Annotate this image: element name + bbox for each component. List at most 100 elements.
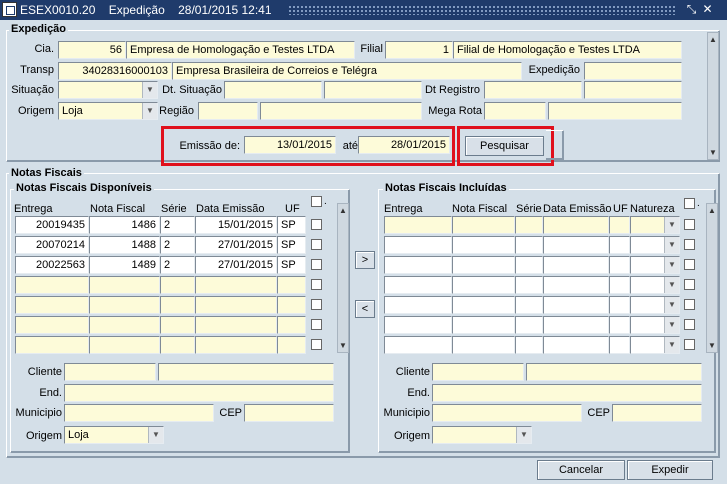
cell-nota-fiscal[interactable]: 1488 [89,236,160,254]
row-checkbox[interactable] [311,239,322,250]
cell-data-emissao[interactable]: 15/01/2015 [195,216,277,234]
disponiveis-scrollbar[interactable]: ▲ ▼ [337,203,349,353]
cell-uf[interactable] [277,336,306,354]
mega-rota-name-field[interactable] [548,102,682,120]
disp-municipio-field[interactable] [64,404,214,422]
cell-data-emissao[interactable] [195,296,277,314]
scroll-up-icon[interactable]: ▲ [707,206,717,215]
pesquisar-button[interactable]: Pesquisar [465,136,544,156]
inc-cell-entrega[interactable] [384,276,452,294]
inc-cell-uf[interactable] [609,296,630,314]
cell-data-emissao[interactable] [195,336,277,354]
inc-cell-serie[interactable] [515,236,543,254]
cell-uf[interactable] [277,276,306,294]
inc-end-field[interactable] [432,384,702,402]
inc-municipio-field[interactable] [432,404,582,422]
cell-nota-fiscal[interactable]: 1489 [89,256,160,274]
cell-entrega[interactable] [15,276,89,294]
close-icon[interactable]: ✕ [700,2,715,17]
inc-cell-uf[interactable] [609,216,630,234]
move-left-button[interactable]: < [355,300,375,318]
inc-cell-nota-fiscal[interactable] [452,336,515,354]
inc-cell-data-emissao[interactable] [543,296,609,314]
dt-situacao-field[interactable] [224,81,322,99]
inc-cell-serie[interactable] [515,336,543,354]
disp-cliente-name[interactable] [158,363,334,381]
disp-origem-select[interactable]: Loja ▼ [64,426,164,444]
inc-cell-nota-fiscal[interactable] [452,236,515,254]
cell-serie[interactable] [160,336,195,354]
inc-cell-entrega[interactable] [384,236,452,254]
chevron-down-icon[interactable]: ▼ [664,277,679,293]
chevron-down-icon[interactable]: ▼ [516,427,531,443]
inc-cell-natureza[interactable]: ▼ [630,276,680,294]
transp-name-field[interactable]: Empresa Brasileira de Correios e Telégra [172,62,522,80]
chevron-down-icon[interactable]: ▼ [664,317,679,333]
incluidas-scrollbar[interactable]: ▲ ▼ [706,203,718,353]
inc-cell-natureza[interactable]: ▼ [630,216,680,234]
inc-cell-entrega[interactable] [384,316,452,334]
cell-entrega[interactable]: 20022563 [15,256,89,274]
scroll-up-icon[interactable]: ▲ [338,206,348,215]
cell-uf[interactable] [277,296,306,314]
inc-cell-nota-fiscal[interactable] [452,296,515,314]
dt-situacao-field-2[interactable] [324,81,422,99]
row-checkbox[interactable] [684,239,695,250]
dt-registro-field[interactable] [484,81,582,99]
filial-name-field[interactable]: Filial de Homologação e Testes LTDA [453,41,682,59]
scroll-down-icon[interactable]: ▼ [707,341,717,350]
cell-data-emissao[interactable]: 27/01/2015 [195,256,277,274]
chevron-down-icon[interactable]: ▼ [664,337,679,353]
scroll-down-icon[interactable]: ▼ [708,148,718,157]
inc-cell-uf[interactable] [609,336,630,354]
move-right-button[interactable]: > [355,251,375,269]
cell-nota-fiscal[interactable] [89,296,160,314]
chevron-down-icon[interactable]: ▼ [142,103,157,119]
inc-cep-field[interactable] [612,404,702,422]
row-checkbox[interactable] [311,219,322,230]
row-checkbox[interactable] [311,319,322,330]
cell-serie[interactable] [160,316,195,334]
row-checkbox[interactable] [311,339,322,350]
inc-cell-serie[interactable] [515,256,543,274]
inc-cell-natureza[interactable]: ▼ [630,296,680,314]
disponiveis-select-all[interactable] [311,196,322,207]
chevron-down-icon[interactable]: ▼ [148,427,163,443]
transp-code-field[interactable]: 34028316000103 [58,62,172,80]
dt-registro-field-2[interactable] [584,81,682,99]
inc-cell-nota-fiscal[interactable] [452,276,515,294]
cell-uf[interactable]: SP [277,256,306,274]
inc-origem-select[interactable]: ▼ [432,426,532,444]
inc-cell-entrega[interactable] [384,216,452,234]
inc-cell-data-emissao[interactable] [543,256,609,274]
scroll-up-icon[interactable]: ▲ [708,35,718,44]
chevron-down-icon[interactable]: ▼ [664,217,679,233]
cell-nota-fiscal[interactable] [89,276,160,294]
row-checkbox[interactable] [684,339,695,350]
disp-cep-field[interactable] [244,404,334,422]
inc-cell-natureza[interactable]: ▼ [630,336,680,354]
inc-cell-uf[interactable] [609,316,630,334]
row-checkbox[interactable] [311,259,322,270]
cell-serie[interactable] [160,296,195,314]
emissao-de-field[interactable]: 13/01/2015 [244,136,336,154]
filial-code-field[interactable]: 1 [385,41,453,59]
cell-data-emissao[interactable] [195,316,277,334]
situacao-select[interactable]: ▼ [58,81,158,99]
expedicao-scrollbar[interactable]: ▲ ▼ [707,32,719,160]
cia-code-field[interactable]: 56 [58,41,126,59]
inc-cell-serie[interactable] [515,296,543,314]
inc-cell-natureza[interactable]: ▼ [630,236,680,254]
cell-entrega[interactable] [15,336,89,354]
row-checkbox[interactable] [684,279,695,290]
chevron-down-icon[interactable]: ▼ [142,82,157,98]
inc-cell-entrega[interactable] [384,256,452,274]
cell-uf[interactable]: SP [277,236,306,254]
inc-cell-serie[interactable] [515,316,543,334]
mega-rota-code-field[interactable] [484,102,546,120]
origem-select[interactable]: Loja ▼ [58,102,158,120]
inc-cell-uf[interactable] [609,276,630,294]
cell-entrega[interactable] [15,296,89,314]
inc-cell-entrega[interactable] [384,296,452,314]
inc-cell-serie[interactable] [515,216,543,234]
